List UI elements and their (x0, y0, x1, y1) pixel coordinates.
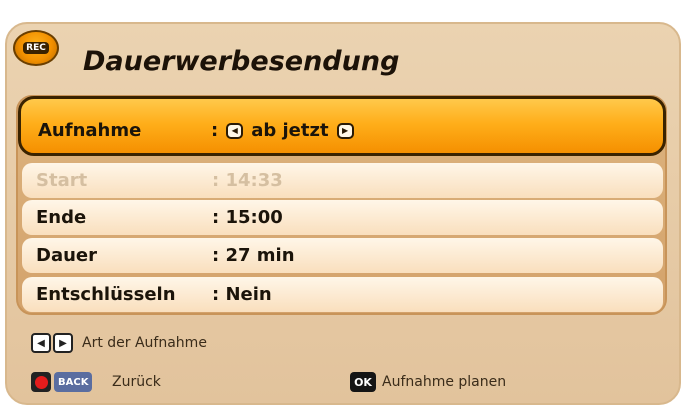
row-label: Dauer (36, 245, 97, 266)
hint-aufnahme-planen[interactable]: Aufnahme planen (382, 374, 506, 390)
dialog-title: Dauerwerbesendung (83, 46, 400, 77)
arrow-right-icon[interactable]: ▶ (336, 122, 354, 139)
rec-badge-icon: REC (13, 30, 59, 66)
row-value: : 15:00 (212, 207, 283, 228)
row-label: Ende (36, 207, 87, 228)
row-value: : Nein (212, 284, 272, 305)
row-value: : 27 min (212, 245, 295, 266)
row-entschluesseln[interactable]: Entschlüsseln : Nein (22, 277, 663, 312)
hint-zurueck[interactable]: Zurück (112, 374, 161, 390)
row-ende[interactable]: Ende : 15:00 (22, 200, 663, 235)
row-label: Entschlüsseln (36, 284, 176, 305)
row-dauer[interactable]: Dauer : 27 min (22, 238, 663, 273)
ok-key-icon: OK (350, 372, 376, 392)
row-label: Aufnahme (38, 120, 142, 141)
hint-art-der-aufnahme: Art der Aufnahme (82, 335, 207, 351)
row-start: Start : 14:33 (22, 163, 663, 198)
row-value: : 14:33 (212, 170, 283, 191)
value-separator: : (211, 120, 219, 141)
selected-option: ab jetzt (251, 120, 329, 141)
left-key-icon: ◀ (31, 333, 51, 353)
record-key-icon (31, 372, 51, 392)
row-aufnahme[interactable]: Aufnahme : ◀ ab jetzt ▶ (18, 96, 666, 156)
row-label: Start (36, 170, 88, 191)
back-key-icon: BACK (54, 372, 93, 392)
right-key-icon: ▶ (53, 333, 73, 353)
arrow-left-icon[interactable]: ◀ (226, 122, 244, 139)
row-value: : ◀ ab jetzt ▶ (211, 120, 354, 141)
rec-badge-label: REC (23, 42, 49, 54)
